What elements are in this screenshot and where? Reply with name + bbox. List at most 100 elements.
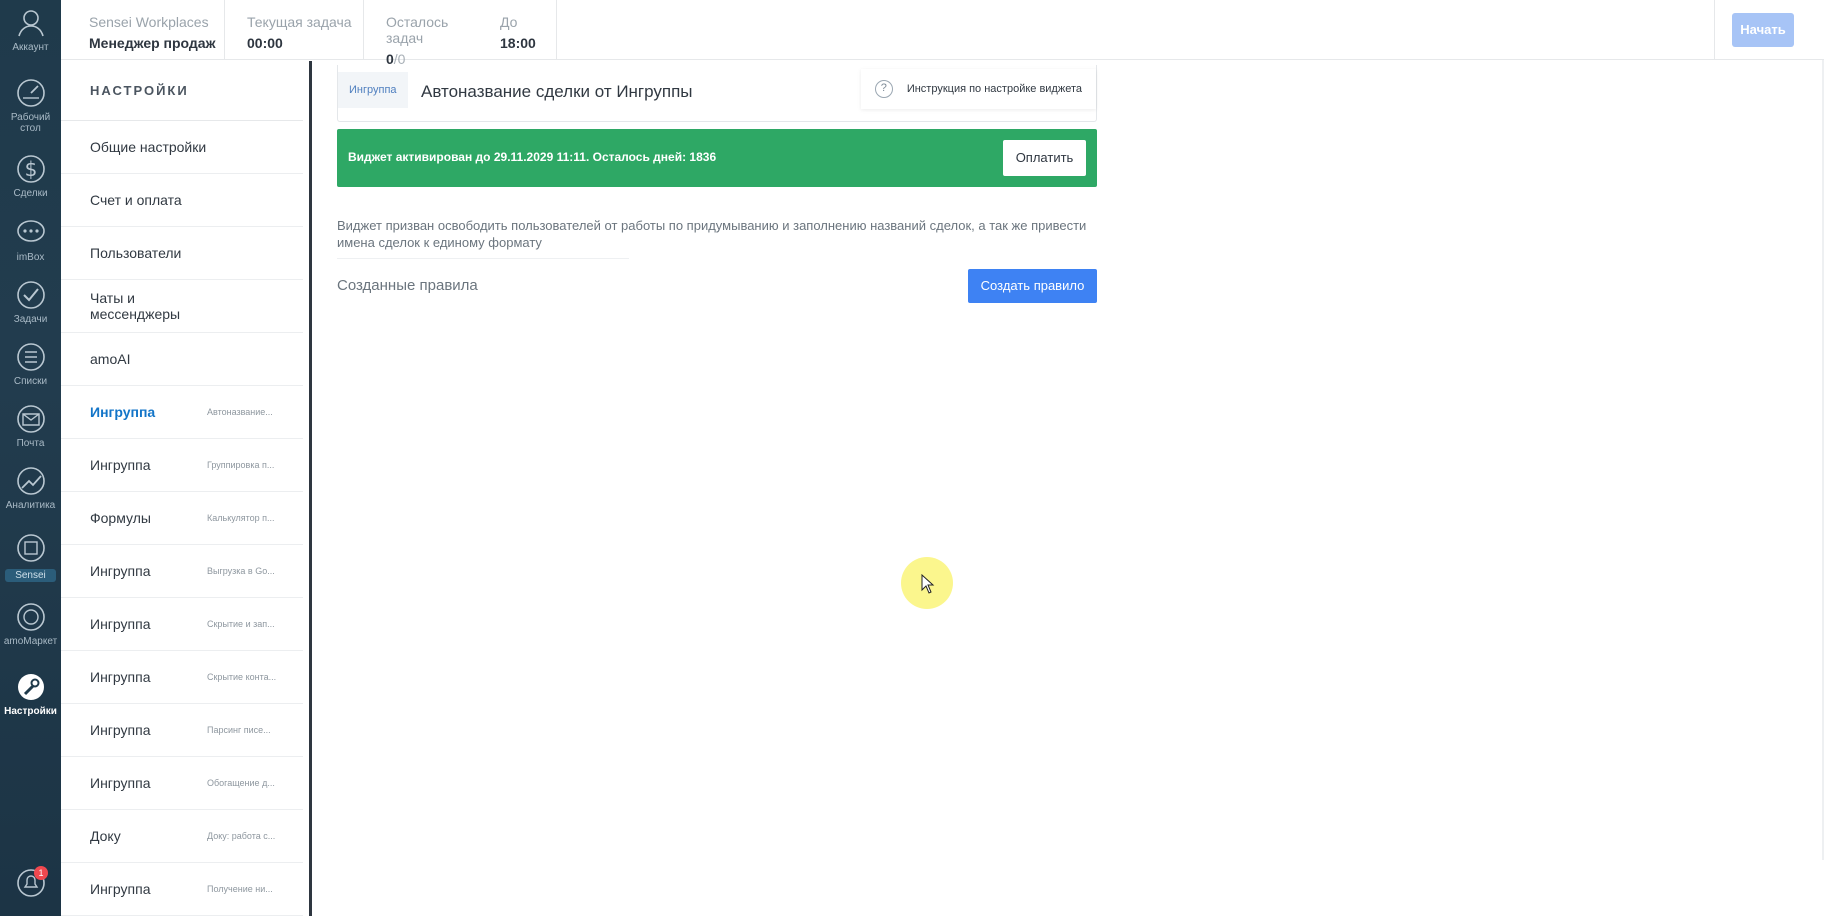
current-task-value: 00:00 bbox=[247, 35, 283, 51]
market-icon bbox=[16, 603, 45, 631]
nav-item-label: Ингруппа bbox=[90, 669, 151, 685]
nav-item-label: Ингруппа bbox=[90, 881, 151, 897]
nav-item-widget-autoname[interactable]: Ингруппа Автоназвание... bbox=[61, 386, 303, 439]
nav-item-label: Ингруппа bbox=[90, 775, 151, 791]
tasks-left-label: Осталось задач bbox=[386, 14, 449, 46]
analytics-icon bbox=[16, 467, 45, 495]
help-link[interactable]: ? Инструкция по настройке виджета bbox=[860, 69, 1096, 109]
question-icon: ? bbox=[874, 80, 893, 98]
rail-notifications[interactable]: 1 bbox=[0, 866, 61, 900]
rail-imbox[interactable]: imBox bbox=[0, 216, 61, 263]
nav-item-label: Счет и оплата bbox=[90, 192, 182, 208]
nav-item-users[interactable]: Пользователи bbox=[61, 227, 303, 280]
wrench-icon bbox=[17, 674, 44, 700]
start-button[interactable]: Начать bbox=[1732, 13, 1794, 47]
nav-item-sub: Обогащение д... bbox=[207, 778, 275, 788]
rail-analytics-label: Аналитика bbox=[5, 500, 56, 511]
widget-title: Автоназвание сделки от Ингруппы bbox=[421, 82, 693, 101]
account-icon bbox=[17, 10, 44, 37]
mail-icon bbox=[16, 405, 45, 433]
start-area: Начать bbox=[1714, 0, 1824, 60]
rail-imbox-label: imBox bbox=[16, 252, 45, 263]
pay-button[interactable]: Оплатить bbox=[1003, 140, 1086, 176]
nav-item-amoai[interactable]: amoAI bbox=[61, 333, 303, 386]
nav-item-label: Пользователи bbox=[90, 245, 182, 261]
current-task: Текущая задача 00:00 bbox=[224, 0, 364, 60]
rail-tasks-label: Задачи bbox=[13, 314, 48, 325]
rail-desktop-label: Рабочий стол bbox=[10, 112, 51, 134]
nav-item-chats[interactable]: Чаты и мессенджеры bbox=[61, 280, 303, 333]
nav-item-label: Формулы bbox=[90, 510, 151, 526]
until-time: До 18:00 bbox=[477, 0, 557, 60]
dashboard-icon bbox=[16, 79, 45, 107]
dollar-icon: $ bbox=[16, 155, 45, 183]
rail-sensei[interactable]: Sensei bbox=[0, 531, 61, 583]
settings-sidebar: НАСТРОЙКИ Общие настройки Счет и оплата … bbox=[61, 61, 312, 916]
until-label: До bbox=[500, 14, 518, 30]
create-rule-button[interactable]: Создать правило bbox=[968, 269, 1097, 303]
current-task-label: Текущая задача bbox=[247, 14, 352, 30]
nav-item-label: Ингруппа bbox=[90, 404, 156, 420]
nav-item-widget[interactable]: Ингруппа Выгрузка в Go... bbox=[61, 545, 303, 598]
nav-item-general[interactable]: Общие настройки bbox=[61, 121, 303, 174]
rail-tasks[interactable]: Задачи bbox=[0, 278, 61, 325]
rail-desktop[interactable]: Рабочий стол bbox=[0, 76, 61, 134]
nav-item-billing[interactable]: Счет и оплата bbox=[61, 174, 303, 227]
rail-account[interactable]: Аккаунт bbox=[0, 6, 61, 53]
nav-item-label: Ингруппа bbox=[90, 722, 151, 738]
rail-settings-label: Настройки bbox=[4, 706, 57, 717]
nav-item-widget[interactable]: Ингруппа Обогащение д... bbox=[61, 757, 303, 810]
nav-item-sub: Получение ни... bbox=[207, 884, 273, 894]
nav-item-label: Ингруппа bbox=[90, 563, 151, 579]
workspace-info: Sensei Workplaces Менеджер продаж bbox=[89, 0, 239, 60]
help-link-label: Инструкция по настройке виджета bbox=[906, 83, 1082, 95]
vendor-tag: Ингруппа bbox=[338, 72, 408, 108]
svg-text:$: $ bbox=[24, 157, 37, 181]
nav-item-sub: Парсинг писе... bbox=[207, 725, 271, 735]
rail-mail-label: Почта bbox=[16, 438, 45, 449]
rail-deals[interactable]: $ Сделки bbox=[0, 152, 61, 199]
nav-item-label: Ингруппа bbox=[90, 457, 151, 473]
activation-banner: Виджет активирован до 29.11.2029 11:11. … bbox=[337, 129, 1097, 187]
nav-item-label: Доку bbox=[90, 828, 121, 844]
rail-amomarket-label: amoМаркет bbox=[3, 636, 58, 647]
mouse-cursor-icon bbox=[921, 574, 935, 594]
rail-mail[interactable]: Почта bbox=[0, 402, 61, 449]
rail-analytics[interactable]: Аналитика bbox=[0, 464, 61, 511]
nav-item-widget[interactable]: Ингруппа Парсинг писе... bbox=[61, 704, 303, 757]
activation-text: Виджет активирован до 29.11.2029 11:11. … bbox=[348, 150, 717, 164]
divider bbox=[337, 258, 629, 259]
rules-heading: Созданные правила bbox=[337, 277, 478, 294]
widget-settings-content: Ингруппа Автоназвание сделки от Ингруппы… bbox=[315, 61, 1824, 916]
nav-item-label: Чаты и мессенджеры bbox=[90, 290, 181, 322]
rail-amomarket[interactable]: amoМаркет bbox=[0, 600, 61, 647]
nav-item-sub: Группировка п... bbox=[207, 460, 275, 470]
nav-item-label: amoAI bbox=[90, 351, 131, 367]
nav-item-sub: Скрытие и зап... bbox=[207, 619, 275, 629]
rail-lists-label: Списки bbox=[13, 376, 48, 387]
nav-item-widget[interactable]: Ингруппа Скрытие конта... bbox=[61, 651, 303, 704]
list-icon bbox=[16, 343, 45, 371]
settings-title: НАСТРОЙКИ bbox=[61, 61, 303, 121]
rail-sensei-label: Sensei bbox=[5, 569, 56, 582]
nav-item-sub: Калькулятор п... bbox=[207, 513, 275, 523]
rail-deals-label: Сделки bbox=[13, 188, 48, 199]
nav-item-sub: Скрытие конта... bbox=[207, 672, 277, 682]
sensei-icon bbox=[16, 534, 45, 562]
nav-item-widget[interactable]: Формулы Калькулятор п... bbox=[61, 492, 303, 545]
nav-item-label: Общие настройки bbox=[90, 139, 207, 155]
nav-item-sub: Доку: работа с... bbox=[207, 831, 276, 841]
chat-icon bbox=[16, 220, 45, 242]
nav-item-widget[interactable]: Доку Доку: работа с... bbox=[61, 810, 303, 863]
rail-account-label: Аккаунт bbox=[12, 42, 49, 53]
workspace-role: Менеджер продаж bbox=[89, 35, 216, 51]
nav-item-widget[interactable]: Ингруппа Группировка п... bbox=[61, 439, 303, 492]
until-value: 18:00 bbox=[500, 35, 536, 51]
rail-settings[interactable]: Настройки bbox=[0, 670, 61, 717]
nav-item-widget[interactable]: Ингруппа Скрытие и зап... bbox=[61, 598, 303, 651]
nav-item-widget[interactable]: Ингруппа Получение ни... bbox=[61, 863, 303, 916]
nav-item-sub: Выгрузка в Go... bbox=[207, 566, 275, 576]
nav-item-label: Ингруппа bbox=[90, 616, 151, 632]
rail-lists[interactable]: Списки bbox=[0, 340, 61, 387]
notification-badge: 1 bbox=[34, 866, 48, 880]
